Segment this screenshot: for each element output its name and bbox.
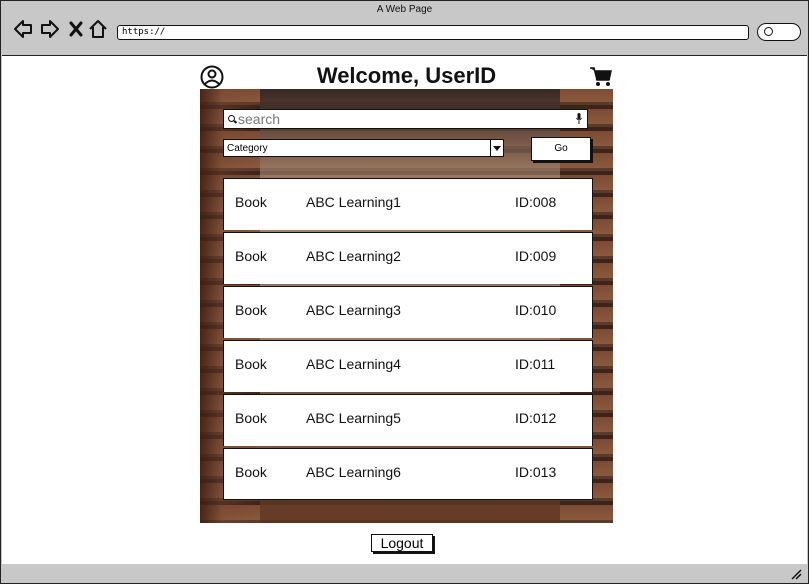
item-id: ID:009: [515, 248, 557, 264]
window-title: A Web Page: [376, 4, 433, 15]
list-item[interactable]: Book ABC Learning6 ID:013: [223, 448, 593, 500]
item-name: ABC Learning3: [306, 302, 401, 318]
list-item[interactable]: Book ABC Learning2 ID:009: [223, 232, 593, 284]
item-type: Book: [235, 464, 267, 480]
logout-button[interactable]: Logout: [371, 534, 433, 552]
item-id: ID:008: [515, 194, 557, 210]
item-type: Book: [235, 410, 267, 426]
page-header: Welcome, UserID: [200, 62, 613, 90]
shopping-cart-icon[interactable]: [589, 66, 613, 88]
item-name: ABC Learning5: [306, 410, 401, 426]
item-type: Book: [235, 302, 267, 318]
back-arrow-icon[interactable]: [12, 18, 34, 40]
list-item[interactable]: Book ABC Learning4 ID:011: [223, 340, 593, 392]
item-id: ID:013: [515, 464, 557, 480]
page-viewport: Welcome, UserID Category Go BookABC Lear: [2, 55, 807, 565]
item-name: ABC Learning4: [306, 356, 401, 372]
search-icon: [764, 27, 773, 36]
search-input[interactable]: [238, 110, 568, 128]
item-id: ID:012: [515, 410, 557, 426]
forward-arrow-icon[interactable]: [39, 18, 61, 40]
url-bar[interactable]: https://: [117, 25, 749, 40]
item-list: Book ABC Learning1 ID:008 Book ABC Learning2…: [223, 178, 593, 502]
list-item[interactable]: Book ABC Learning5 ID:012: [223, 394, 593, 446]
search-bar[interactable]: [223, 109, 588, 129]
home-icon[interactable]: [87, 18, 109, 40]
go-button[interactable]: Go: [531, 137, 591, 161]
chevron-down-icon[interactable]: [491, 139, 504, 157]
list-item[interactable]: Book ABC Learning3 ID:010: [223, 286, 593, 338]
status-bar: [1, 564, 808, 583]
microphone-icon[interactable]: [576, 113, 582, 124]
search-icon: [228, 115, 235, 122]
list-item[interactable]: Book ABC Learning1 ID:008: [223, 178, 593, 230]
item-id: ID:010: [515, 302, 557, 318]
item-type: Book: [235, 194, 267, 210]
page-title: Welcome, UserID: [316, 63, 497, 88]
item-type: Book: [235, 356, 267, 372]
close-icon[interactable]: [65, 18, 87, 40]
resize-grip-icon[interactable]: [790, 568, 802, 580]
browser-window: A Web Page https:// Welcome, UserID sear…: [0, 0, 809, 584]
item-type: Book: [235, 248, 267, 264]
browser-search-button[interactable]: [757, 23, 801, 41]
item-name: ABC Learning2: [306, 248, 401, 264]
library-background-panel: Category Go Book ABC Learning1 ID:008 Book A…: [200, 89, 613, 523]
item-name: ABC Learning6: [306, 464, 401, 480]
category-select[interactable]: Category: [223, 139, 491, 157]
item-id: ID:011: [515, 356, 556, 372]
item-name: ABC Learning1: [306, 194, 401, 210]
